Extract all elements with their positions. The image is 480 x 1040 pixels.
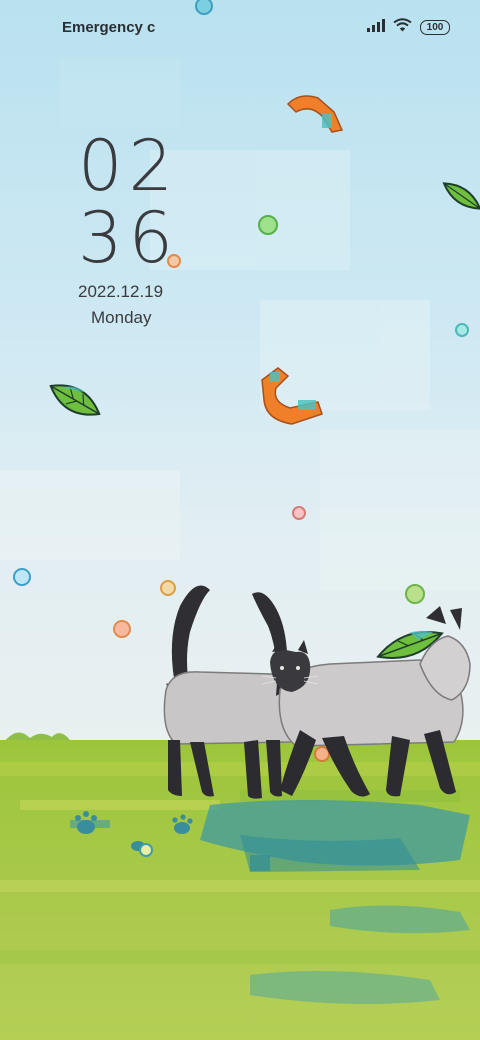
lock-screen-weekday: Monday <box>91 308 152 327</box>
clock-hour: 02 <box>78 125 180 207</box>
status-icons: 100 <box>367 18 450 37</box>
clock-minute: 36 <box>78 197 180 279</box>
status-bar: Emergency c 100 <box>0 0 480 56</box>
cellular-signal-icon <box>367 18 385 37</box>
battery-icon: 100 <box>420 20 450 35</box>
carrier-label: Emergency c <box>62 19 156 36</box>
lock-screen-clock: 02 36 2022.12.19 Monday <box>78 125 180 327</box>
lock-screen-date: 2022.12.19 <box>78 282 164 301</box>
battery-level: 100 <box>426 21 444 33</box>
wifi-icon <box>393 18 412 37</box>
lock-screen-wallpaper <box>0 0 480 1040</box>
